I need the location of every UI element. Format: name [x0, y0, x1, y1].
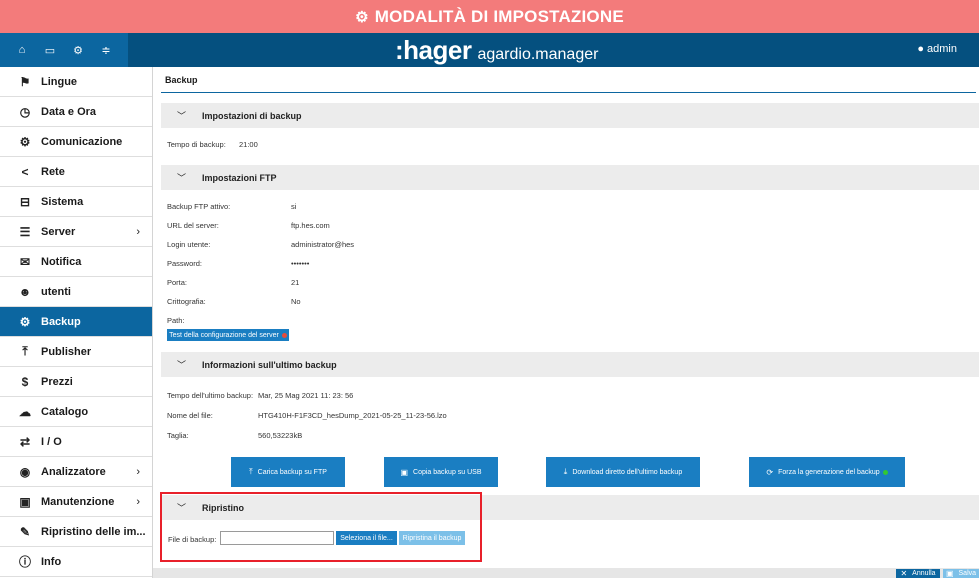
- sidebar-item-utenti[interactable]: ☻ utenti: [0, 277, 152, 307]
- footer-bar: [153, 568, 979, 578]
- download-icon: ⤓: [563, 467, 568, 476]
- backup-file-input[interactable]: [220, 531, 334, 545]
- drive-icon: ⊟: [19, 194, 31, 209]
- monitor-icon[interactable]: ▭: [42, 44, 58, 57]
- envelope-icon: ✉: [19, 254, 31, 269]
- chevron-right-icon: ›: [136, 465, 140, 478]
- home-icon[interactable]: ⌂: [14, 44, 30, 56]
- section-title: Impostazioni FTP: [202, 172, 277, 183]
- exchange-icon: ⇄: [19, 434, 31, 449]
- eye-icon: ◉: [19, 464, 31, 479]
- test-server-config-button[interactable]: Test della configurazione del server: [167, 329, 289, 341]
- sliders-icon[interactable]: ≑: [98, 44, 114, 57]
- sidebar-item-prezzi[interactable]: $ Prezzi: [0, 367, 152, 397]
- cloud-icon: ☁: [19, 404, 31, 419]
- sidebar-item-manutenzione[interactable]: ▣ Manutenzione ›: [0, 487, 152, 517]
- chevron-right-icon: ›: [136, 225, 140, 238]
- sidebar-item-catalogo[interactable]: ☁ Catalogo: [0, 397, 152, 427]
- banner-title: MODALITÀ DI IMPOSTAZIONE: [374, 6, 624, 26]
- copy-usb-button[interactable]: ▣ Copia backup su USB: [384, 457, 498, 487]
- sidebar-item-publisher[interactable]: ⤒ Publisher: [0, 337, 152, 367]
- upload-icon: ⤒: [22, 344, 28, 358]
- gears-icon: ⚙: [355, 8, 369, 26]
- save-button[interactable]: ▣ Salva: [943, 569, 979, 578]
- upload-ftp-button[interactable]: ⤒ Carica backup su FTP: [231, 457, 345, 487]
- sidebar-item-rete[interactable]: < Rete: [0, 157, 152, 187]
- sidebar: ⚑ Lingue ◷ Data e Ora ⚙ Comunicazione < Rete…: [0, 67, 153, 578]
- status-error-icon: [281, 332, 287, 338]
- users-icon: ☻: [18, 284, 32, 299]
- save-icon: ▣: [400, 467, 409, 477]
- gears-icon: ⚙: [19, 134, 31, 149]
- close-icon: ✕: [900, 569, 908, 578]
- breadcrumb-divider: [161, 92, 976, 93]
- sidebar-item-io[interactable]: ⇄ I / O: [0, 427, 152, 457]
- upload-icon: ⤒: [249, 467, 253, 476]
- section-title: Impostazioni di backup: [202, 110, 302, 121]
- breadcrumb: Backup: [165, 75, 198, 85]
- sidebar-item-comunicazione[interactable]: ⚙ Comunicazione: [0, 127, 152, 157]
- gears-icon[interactable]: ⚙: [70, 44, 86, 57]
- cancel-button[interactable]: ✕ Annulla: [896, 569, 940, 578]
- restore-backup-button[interactable]: Ripristina il backup: [399, 531, 465, 545]
- header-bar: ⌂ ▭ ⚙ ≑ :hager agardio.manager ● admin: [0, 33, 979, 67]
- chevron-down-icon: ﹀: [177, 360, 187, 370]
- select-file-button[interactable]: Seleziona il file...: [336, 531, 397, 545]
- force-backup-button[interactable]: ⟳ Forza la generazione del backup: [749, 457, 905, 487]
- section-last-backup[interactable]: ﹀ Informazioni sull'ultimo backup: [161, 352, 979, 377]
- chevron-right-icon: ›: [136, 495, 140, 508]
- server-icon: ☰: [19, 224, 31, 239]
- sidebar-item-backup[interactable]: ⚙ Backup: [0, 307, 152, 337]
- highlight-box: [160, 492, 482, 562]
- sidebar-item-server[interactable]: ☰ Server ›: [0, 217, 152, 247]
- quick-nav: ⌂ ▭ ⚙ ≑: [0, 33, 128, 67]
- section-title: Informazioni sull'ultimo backup: [202, 359, 337, 370]
- section-backup-settings[interactable]: ﹀ Impostazioni di backup: [161, 103, 979, 128]
- save-icon: ▣: [945, 569, 954, 578]
- status-ok-icon: [882, 469, 888, 475]
- refresh-icon: ⟳: [766, 467, 774, 477]
- setup-mode-banner: ⚙ MODALITÀ DI IMPOSTAZIONE: [0, 0, 979, 33]
- toolbox-icon: ▣: [19, 494, 31, 509]
- sidebar-item-analizzatore[interactable]: ◉ Analizzatore ›: [0, 457, 152, 487]
- chevron-down-icon: ﹀: [177, 111, 187, 121]
- clock-icon: ◷: [19, 104, 31, 119]
- brand-name: :hager: [395, 35, 472, 65]
- user-menu[interactable]: ● admin: [917, 43, 957, 55]
- sidebar-item-lingue[interactable]: ⚑ Lingue: [0, 67, 152, 97]
- sidebar-item-info[interactable]: ⓘ Info: [0, 547, 152, 577]
- info-icon: ⓘ: [18, 555, 31, 569]
- download-backup-button[interactable]: ⤓ Download diretto dell'ultimo backup: [546, 457, 700, 487]
- app-logo: :hager agardio.manager: [395, 35, 598, 65]
- sidebar-item-notifica[interactable]: ✉ Notifica: [0, 247, 152, 277]
- share-icon: <: [21, 164, 29, 179]
- chevron-down-icon: ﹀: [177, 173, 187, 183]
- flag-icon: ⚑: [19, 74, 31, 89]
- user-name: admin: [927, 43, 957, 55]
- section-ftp-settings[interactable]: ﹀ Impostazioni FTP: [161, 165, 979, 190]
- gears-icon: ⚙: [19, 314, 31, 329]
- sidebar-item-sistema[interactable]: ⊟ Sistema: [0, 187, 152, 217]
- user-icon: ●: [917, 43, 924, 55]
- wrench-icon: ✎: [19, 524, 31, 539]
- sidebar-item-ripristino[interactable]: ✎ Ripristino delle im...: [0, 517, 152, 547]
- sidebar-item-data-e-ora[interactable]: ◷ Data e Ora: [0, 97, 152, 127]
- dollar-icon: $: [21, 374, 29, 389]
- product-name: agardio.manager: [477, 46, 599, 63]
